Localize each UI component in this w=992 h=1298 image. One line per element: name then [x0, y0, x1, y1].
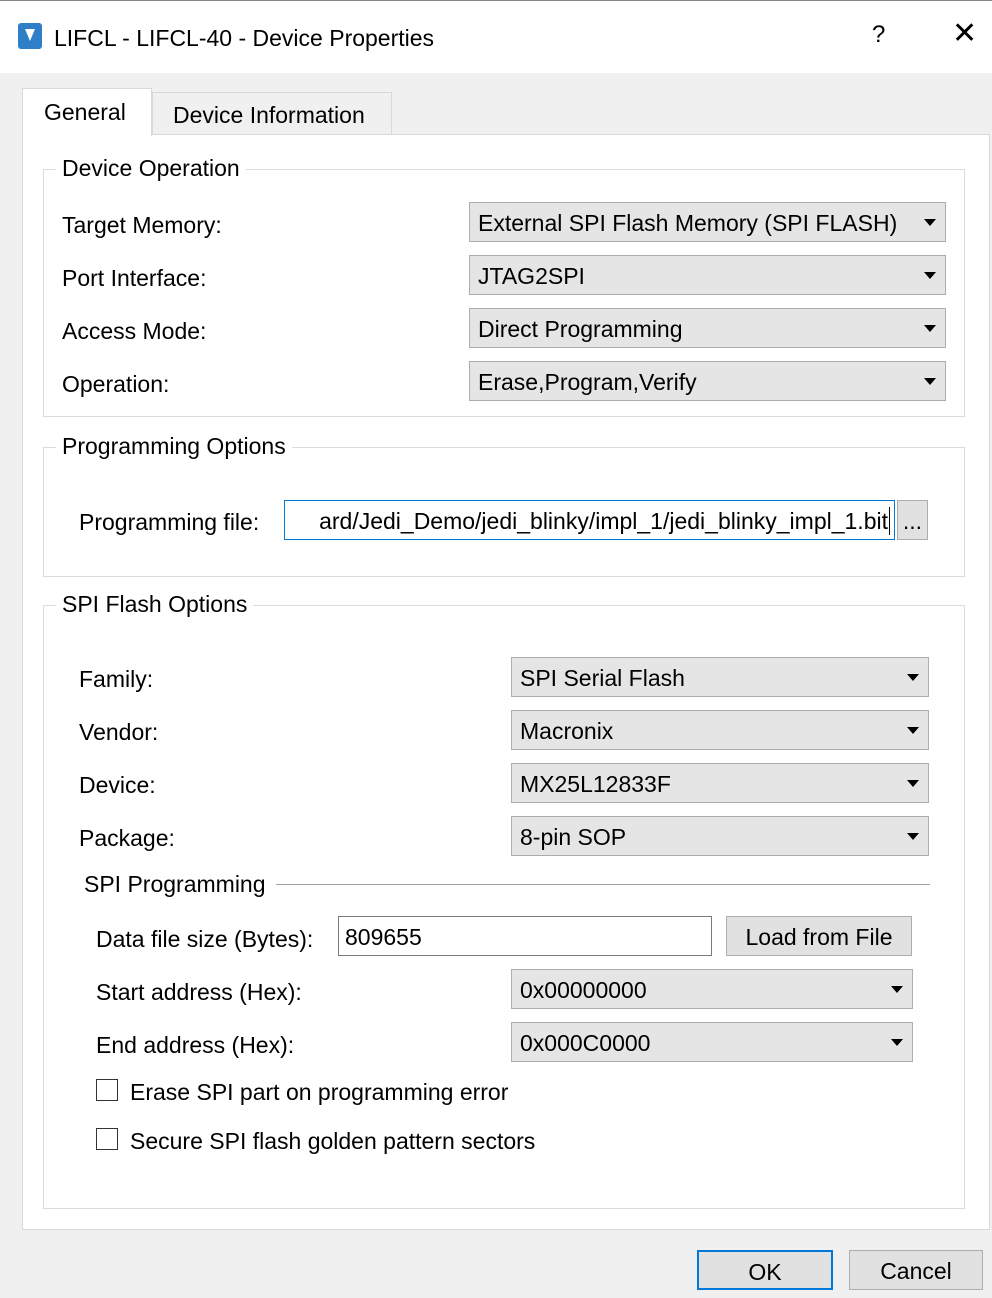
select-value: SPI Serial Flash — [520, 665, 685, 691]
chevron-down-icon — [907, 833, 919, 840]
tab-label: Device Information — [173, 102, 365, 128]
device-select[interactable]: MX25L12833F — [511, 763, 929, 803]
select-value: JTAG2SPI — [478, 263, 585, 289]
select-value: MX25L12833F — [520, 771, 671, 797]
secure-golden-checkbox[interactable] — [96, 1128, 118, 1150]
window-title: LIFCL - LIFCL-40 - Device Properties — [54, 25, 435, 51]
chevron-down-icon — [907, 674, 919, 681]
device-operation-group: Device Operation Target Memory: External… — [43, 155, 965, 417]
spi-flash-options-group: SPI Flash Options Family: SPI Serial Fla… — [43, 591, 965, 1209]
section-divider — [276, 884, 930, 885]
button-label: OK — [748, 1259, 782, 1285]
programming-options-group: Programming Options Programming file: ar… — [43, 433, 965, 577]
group-title: Programming Options — [56, 433, 292, 460]
button-label: Load from File — [745, 924, 893, 950]
family-label: Family: — [79, 666, 154, 692]
package-label: Package: — [79, 825, 175, 851]
button-label: ... — [902, 508, 923, 534]
select-value: Erase,Program,Verify — [478, 369, 697, 395]
ok-button[interactable]: OK — [697, 1250, 833, 1290]
port-interface-select[interactable]: JTAG2SPI — [469, 255, 946, 295]
programmer-icon — [15, 23, 45, 49]
data-file-size-input[interactable]: 809655 — [338, 916, 712, 956]
erase-on-error-checkbox[interactable] — [96, 1079, 118, 1101]
text-caret — [889, 507, 890, 535]
help-button[interactable]: ? — [872, 21, 885, 49]
operation-select[interactable]: Erase,Program,Verify — [469, 361, 946, 401]
access-mode-label: Access Mode: — [62, 318, 207, 344]
browse-button[interactable]: ... — [897, 500, 928, 540]
select-value: 0x00000000 — [520, 977, 647, 1003]
tab-label: General — [44, 99, 126, 125]
button-label: Cancel — [880, 1258, 952, 1284]
input-value: 809655 — [345, 924, 422, 950]
device-label: Device: — [79, 772, 156, 798]
end-address-select[interactable]: 0x000C0000 — [511, 1022, 913, 1062]
data-file-size-label: Data file size (Bytes): — [96, 926, 314, 952]
vendor-select[interactable]: Macronix — [511, 710, 929, 750]
vendor-label: Vendor: — [79, 719, 159, 745]
package-select[interactable]: 8-pin SOP — [511, 816, 929, 856]
chevron-down-icon — [924, 378, 936, 385]
select-value: Macronix — [520, 718, 614, 744]
chevron-down-icon — [924, 325, 936, 332]
chevron-down-icon — [907, 780, 919, 787]
start-address-select[interactable]: 0x00000000 — [511, 969, 913, 1009]
chevron-down-icon — [924, 219, 936, 226]
input-value: ard/Jedi_Demo/jedi_blinky/impl_1/jedi_bl… — [319, 508, 888, 534]
programming-file-input[interactable]: ard/Jedi_Demo/jedi_blinky/impl_1/jedi_bl… — [284, 500, 895, 540]
family-select[interactable]: SPI Serial Flash — [511, 657, 929, 697]
chevron-down-icon — [924, 272, 936, 279]
tab-device-information[interactable]: Device Information — [152, 92, 392, 136]
select-value: External SPI Flash Memory (SPI FLASH) — [478, 210, 898, 236]
group-title: Device Operation — [56, 155, 246, 182]
access-mode-select[interactable]: Direct Programming — [469, 308, 946, 348]
programming-file-label: Programming file: — [79, 509, 260, 535]
select-value: Direct Programming — [478, 316, 683, 342]
tab-general[interactable]: General — [22, 88, 152, 136]
port-interface-label: Port Interface: — [62, 265, 207, 291]
target-memory-select[interactable]: External SPI Flash Memory (SPI FLASH) — [469, 202, 946, 242]
spi-programming-title: SPI Programming — [84, 871, 266, 897]
select-value: 8-pin SOP — [520, 824, 627, 850]
secure-golden-label: Secure SPI flash golden pattern sectors — [130, 1128, 536, 1154]
select-value: 0x000C0000 — [520, 1030, 651, 1056]
start-address-label: Start address (Hex): — [96, 979, 302, 1005]
cancel-button[interactable]: Cancel — [849, 1250, 983, 1290]
operation-label: Operation: — [62, 371, 170, 397]
chevron-down-icon — [891, 986, 903, 993]
group-title: SPI Flash Options — [56, 591, 254, 618]
chevron-down-icon — [891, 1039, 903, 1046]
general-tab-panel: Device Operation Target Memory: External… — [22, 134, 990, 1230]
load-from-file-button[interactable]: Load from File — [726, 916, 912, 956]
target-memory-label: Target Memory: — [62, 212, 222, 238]
chevron-down-icon — [907, 727, 919, 734]
close-icon[interactable]: ✕ — [952, 19, 977, 49]
end-address-label: End address (Hex): — [96, 1032, 295, 1058]
erase-on-error-label: Erase SPI part on programming error — [130, 1079, 509, 1105]
title-bar: LIFCL - LIFCL-40 - Device Properties ? ✕ — [0, 0, 992, 73]
